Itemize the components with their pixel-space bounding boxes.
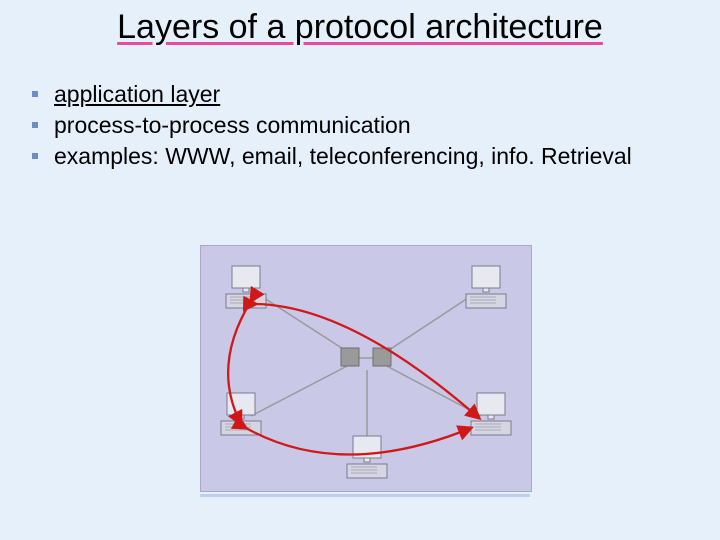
- network-links: [251, 296, 481, 446]
- computer-icon: [347, 436, 387, 478]
- slide-body: application layer process-to-process com…: [54, 80, 680, 172]
- slide: Layers of a protocol architecture applic…: [0, 0, 720, 540]
- computer-icon: [471, 393, 511, 435]
- bullet-list: application layer process-to-process com…: [54, 80, 680, 170]
- network-diagram-svg: [201, 246, 531, 491]
- router-icon: [341, 348, 359, 366]
- bullet-text: examples: WWW, email, teleconferencing, …: [54, 143, 632, 169]
- footer-divider: [200, 494, 530, 497]
- bullet-item: process-to-process communication: [54, 111, 680, 140]
- bullet-item: examples: WWW, email, teleconferencing, …: [54, 142, 680, 171]
- bullet-text: application layer: [54, 81, 220, 107]
- bullet-text: process-to-process communication: [54, 112, 411, 138]
- computer-icon: [221, 393, 261, 435]
- computer-icon: [226, 266, 266, 308]
- application-paths: [228, 301, 479, 455]
- bullet-item: application layer: [54, 80, 680, 109]
- network-diagram: [200, 245, 532, 492]
- computer-icon: [466, 266, 506, 308]
- slide-title: Layers of a protocol architecture: [0, 8, 720, 47]
